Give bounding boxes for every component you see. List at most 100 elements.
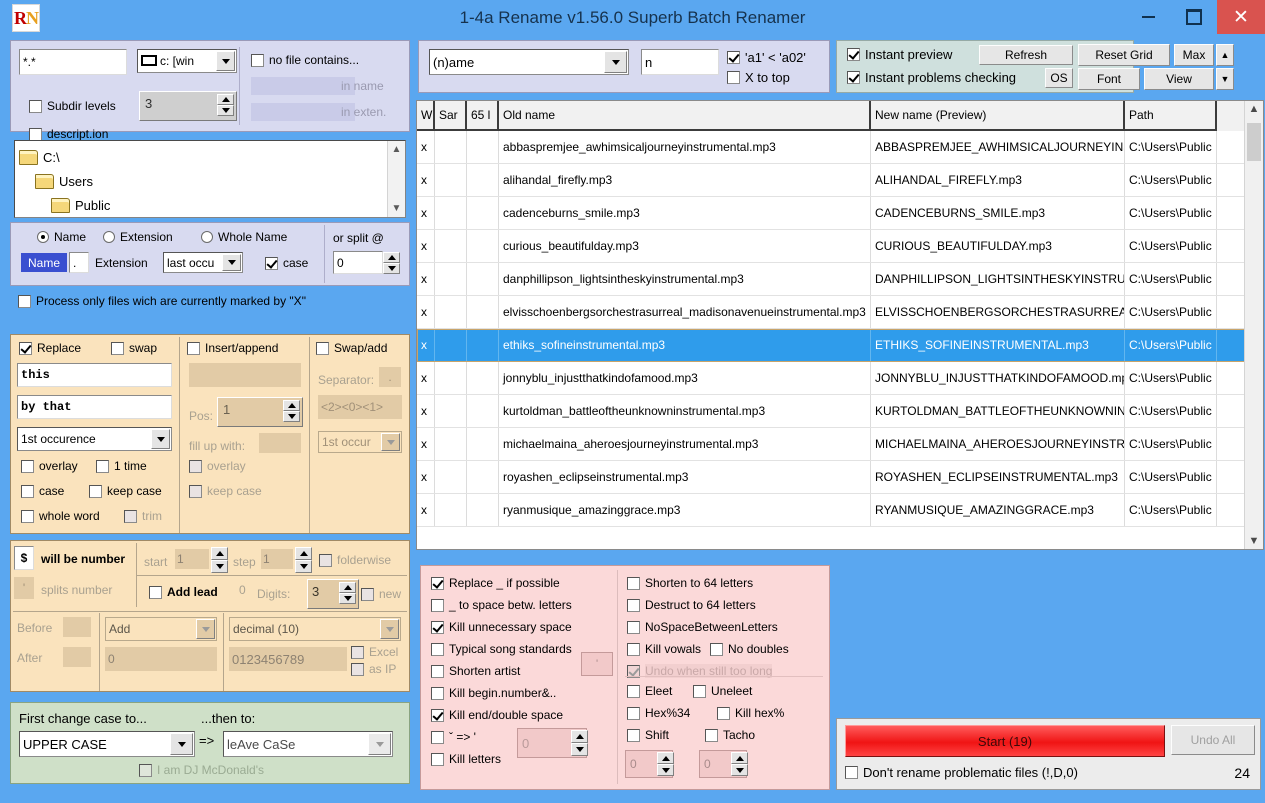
- first-case-select[interactable]: UPPER CASE: [19, 731, 195, 757]
- cleanup-left-row[interactable]: Replace _ if possible: [431, 572, 621, 594]
- no-doubles-checkbox[interactable]: [710, 642, 724, 656]
- undo-all-button[interactable]: Undo All: [1171, 725, 1255, 755]
- tree-item[interactable]: Public: [19, 193, 385, 217]
- kill-letters-spin[interactable]: [571, 730, 588, 756]
- kill-vowals-checkbox[interactable]: [627, 642, 640, 656]
- grid-scroll-up[interactable]: ▲: [1245, 103, 1263, 115]
- tree-item[interactable]: C:\: [19, 145, 385, 169]
- cleanup-left-checkbox[interactable]: [431, 730, 444, 744]
- replace-find-input[interactable]: this: [17, 363, 172, 387]
- insert-append-checkbox[interactable]: [187, 341, 200, 355]
- maximize-button[interactable]: [1171, 0, 1217, 34]
- insert-overlay-checkbox[interactable]: [189, 459, 202, 473]
- cleanup-left-row[interactable]: Kill begin.number&..: [431, 682, 621, 704]
- cleanup-left-checkbox[interactable]: [431, 664, 444, 678]
- instant-problems-checkbox[interactable]: [847, 71, 860, 84]
- grid-scrollbar[interactable]: ▲ ▼: [1244, 101, 1263, 549]
- toolbar-scroll-down-button[interactable]: ▼: [1216, 68, 1234, 90]
- shift-amount-spin[interactable]: [657, 752, 674, 776]
- kill-begin-number-field[interactable]: ': [581, 652, 613, 676]
- replace-1time-checkbox[interactable]: [96, 459, 109, 473]
- step-value[interactable]: 1: [261, 549, 293, 569]
- start-spin[interactable]: [211, 547, 228, 573]
- dj-mcdonald-checkbox[interactable]: [139, 763, 152, 777]
- swap-occurrence-arrow[interactable]: [381, 433, 400, 451]
- digits-stepper[interactable]: 3: [307, 579, 359, 609]
- refresh-button[interactable]: Refresh: [979, 45, 1073, 65]
- hex-checkbox[interactable]: [627, 706, 640, 720]
- tacho-amount-spin[interactable]: [731, 752, 748, 776]
- replace-occurrence-select[interactable]: 1st occurence: [17, 427, 172, 451]
- table-row[interactable]: x ryanmusique_amazinggrace.mp3 RYANMUSIQUE…: [417, 494, 1245, 527]
- replace-case-checkbox[interactable]: [21, 484, 34, 498]
- tacho-checkbox[interactable]: [705, 728, 718, 742]
- insert-pos-stepper[interactable]: 1: [217, 397, 303, 427]
- base-select[interactable]: decimal (10): [229, 617, 401, 641]
- cleanup-right-row[interactable]: Kill vowals No doubles: [627, 638, 827, 660]
- first-case-arrow[interactable]: [170, 733, 193, 755]
- folder-tree-scroll-up[interactable]: ▲: [388, 144, 405, 155]
- cleanup-right-checkbox[interactable]: [627, 598, 640, 612]
- replace-by-input[interactable]: by that: [17, 395, 172, 419]
- occurrence-select-arrow[interactable]: [222, 254, 241, 271]
- cleanup-right-row[interactable]: Destruct to 64 letters: [627, 594, 827, 616]
- folder-tree[interactable]: C:\ Users Public ▲ ▼: [14, 140, 406, 218]
- step-spin[interactable]: [295, 547, 312, 573]
- toolbar-scroll-up-button[interactable]: ▲: [1216, 44, 1234, 66]
- folderwise-checkbox[interactable]: [319, 553, 332, 567]
- replace-wholeword-checkbox[interactable]: [21, 509, 34, 523]
- sort-order-checkbox[interactable]: [727, 51, 740, 64]
- cleanup-right-row[interactable]: Undo when still too long: [627, 660, 827, 682]
- before-input[interactable]: [63, 617, 91, 637]
- add-mode-select[interactable]: Add: [105, 617, 217, 641]
- subdir-levels-spin[interactable]: [217, 94, 234, 116]
- table-row[interactable]: x alihandal_firefly.mp3 ALIHANDAL_FIREFLY.…: [417, 164, 1245, 197]
- after-input[interactable]: [63, 647, 91, 667]
- insert-text-input[interactable]: [189, 363, 301, 387]
- separator-dot-input[interactable]: .: [69, 252, 89, 273]
- in-exten-input[interactable]: [251, 103, 355, 121]
- view-button[interactable]: View: [1144, 68, 1214, 90]
- swap-pattern-input[interactable]: <2><0><1>: [318, 395, 402, 419]
- process-only-marked-row[interactable]: Process only files wich are currently ma…: [18, 294, 306, 308]
- cleanup-left-checkbox[interactable]: [431, 598, 444, 612]
- radio-name[interactable]: [37, 231, 49, 243]
- swap-occurrence-select[interactable]: 1st occur: [318, 431, 402, 453]
- quote-token[interactable]: ': [14, 577, 34, 599]
- grid-column-header[interactable]: Path: [1125, 101, 1217, 131]
- process-only-marked-checkbox[interactable]: [18, 294, 31, 308]
- reset-grid-button[interactable]: Reset Grid: [1078, 44, 1170, 66]
- table-row[interactable]: x danphillipson_lightsintheskyinstrumenta…: [417, 263, 1245, 296]
- table-row[interactable]: x cadenceburns_smile.mp3 CADENCEBURNS_SMIL…: [417, 197, 1245, 230]
- tree-item[interactable]: Users: [19, 169, 385, 193]
- folder-tree-scroll-down[interactable]: ▼: [388, 203, 405, 214]
- file-grid[interactable]: WillSar65 lOld nameNew name (Preview)Pat…: [416, 100, 1264, 550]
- rename-mode-select[interactable]: (n)ame: [429, 49, 629, 75]
- descript-ion-checkbox[interactable]: [29, 127, 42, 141]
- add-amount-input[interactable]: 0: [105, 647, 217, 671]
- font-button[interactable]: Font: [1078, 68, 1140, 90]
- grid-scroll-down[interactable]: ▼: [1245, 535, 1263, 547]
- charset-input[interactable]: 0123456789: [229, 647, 347, 671]
- cleanup-right-row[interactable]: Shorten to 64 letters: [627, 572, 827, 594]
- digits-spin[interactable]: [339, 582, 356, 604]
- cleanup-left-checkbox[interactable]: [431, 708, 444, 722]
- cleanup-left-checkbox[interactable]: [431, 686, 444, 700]
- add-lead-checkbox[interactable]: [149, 585, 162, 599]
- uneleet-checkbox[interactable]: [693, 684, 706, 698]
- minimize-button[interactable]: [1125, 0, 1171, 34]
- split-at-spin[interactable]: [383, 252, 400, 274]
- grid-column-header[interactable]: New name (Preview): [871, 101, 1125, 131]
- table-row[interactable]: x jonnyblu_injustthatkindofamood.mp3 JONNY…: [417, 362, 1245, 395]
- new-checkbox[interactable]: [361, 587, 374, 601]
- cleanup-left-checkbox[interactable]: [431, 620, 444, 634]
- start-button[interactable]: Start (19): [845, 725, 1165, 757]
- table-row[interactable]: x abbaspremjee_awhimsicaljourneyinstrumen…: [417, 131, 1245, 164]
- replace-checkbox[interactable]: [19, 341, 32, 355]
- replace-keepcase-checkbox[interactable]: [89, 484, 102, 498]
- max-button[interactable]: Max: [1174, 44, 1214, 66]
- no-file-contains-checkbox[interactable]: [251, 53, 264, 67]
- case-checkbox[interactable]: [265, 256, 278, 270]
- close-button[interactable]: ✕: [1217, 0, 1265, 34]
- separator-input[interactable]: .: [379, 367, 401, 387]
